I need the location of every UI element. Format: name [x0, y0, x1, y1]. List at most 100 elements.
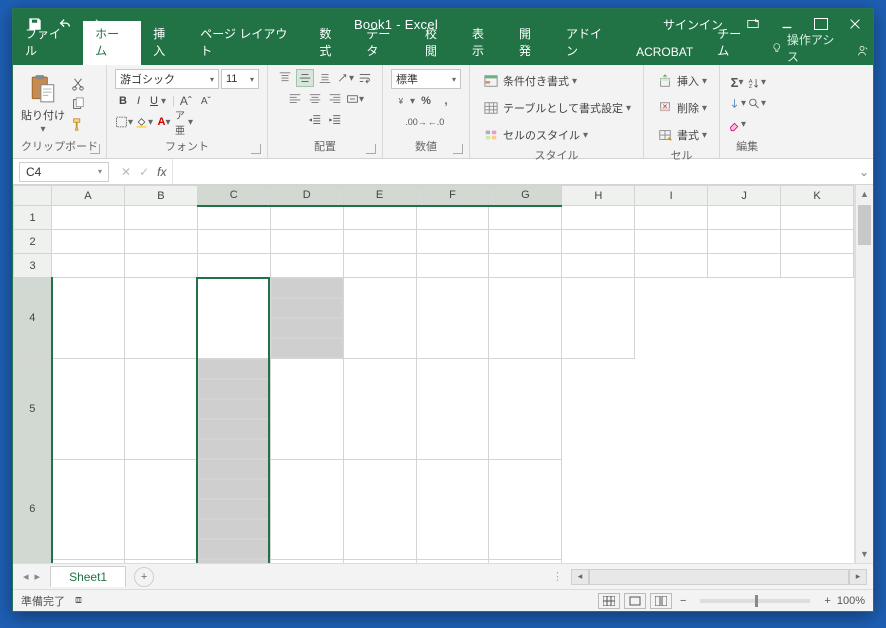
- row-header[interactable]: 2: [14, 230, 52, 254]
- tellme[interactable]: 操作アシス: [763, 31, 851, 65]
- currency-icon[interactable]: ¥▾: [397, 92, 415, 110]
- tab-data[interactable]: データ: [354, 21, 413, 65]
- tab-review[interactable]: 校閲: [413, 21, 460, 65]
- tab-team[interactable]: チーム: [705, 21, 763, 65]
- cell[interactable]: [124, 459, 197, 559]
- cell[interactable]: [562, 278, 635, 359]
- align-bottom-icon[interactable]: [316, 69, 334, 87]
- cell[interactable]: [489, 278, 562, 359]
- col-header[interactable]: I: [635, 186, 708, 206]
- col-header[interactable]: A: [52, 186, 125, 206]
- col-header[interactable]: E: [343, 186, 416, 206]
- hscroll-right-icon[interactable]: ▸: [849, 569, 867, 585]
- conditional-format-button[interactable]: 条件付き書式 ▾: [478, 69, 581, 93]
- cell[interactable]: [124, 278, 197, 359]
- scroll-thumb[interactable]: [858, 205, 871, 245]
- font-name-select[interactable]: 游ゴシック▾: [115, 69, 219, 89]
- cell[interactable]: [197, 230, 270, 254]
- cell[interactable]: [343, 359, 416, 460]
- hscroll-left-icon[interactable]: ◂: [571, 569, 589, 585]
- increase-indent-icon[interactable]: [326, 111, 344, 129]
- tab-developer[interactable]: 開発: [507, 21, 554, 65]
- cell[interactable]: [198, 479, 270, 499]
- view-pagebreak-icon[interactable]: [650, 593, 672, 609]
- shrink-font-icon[interactable]: Aˇ: [197, 92, 215, 110]
- number-format-select[interactable]: 標準▾: [391, 69, 461, 89]
- cell[interactable]: [198, 379, 270, 399]
- tab-addins[interactable]: アドイン: [554, 21, 624, 65]
- row-header[interactable]: 6: [14, 459, 52, 559]
- scroll-down-icon[interactable]: ▼: [856, 545, 873, 563]
- decrease-indent-icon[interactable]: [306, 111, 324, 129]
- view-normal-icon[interactable]: [598, 593, 620, 609]
- cell[interactable]: [198, 539, 270, 559]
- macro-record-icon[interactable]: ⧈: [75, 594, 82, 607]
- col-header[interactable]: G: [489, 186, 562, 206]
- italic-button[interactable]: I: [133, 92, 144, 110]
- cell[interactable]: [416, 230, 489, 254]
- cell[interactable]: [416, 254, 489, 278]
- dialog-launcher-icon[interactable]: [366, 144, 376, 154]
- row-header[interactable]: 7: [14, 559, 52, 563]
- merge-icon[interactable]: ▾: [346, 90, 364, 108]
- tab-insert[interactable]: 挿入: [141, 21, 188, 65]
- cell[interactable]: [270, 254, 343, 278]
- fx-icon[interactable]: fx: [157, 165, 166, 179]
- cell[interactable]: [562, 206, 635, 230]
- cell[interactable]: [52, 359, 125, 460]
- cell[interactable]: [489, 459, 562, 559]
- cell[interactable]: [781, 206, 854, 230]
- cell[interactable]: [198, 519, 270, 539]
- comma-icon[interactable]: ,: [437, 92, 455, 110]
- align-center-icon[interactable]: [306, 90, 324, 108]
- cell[interactable]: [271, 278, 343, 298]
- col-header[interactable]: J: [708, 186, 781, 206]
- cell[interactable]: [270, 359, 343, 460]
- fill-icon[interactable]: ▾: [728, 95, 746, 113]
- cell[interactable]: [343, 559, 416, 563]
- dialog-launcher-icon[interactable]: [90, 144, 100, 154]
- cell[interactable]: [489, 359, 562, 460]
- cell[interactable]: [708, 254, 781, 278]
- zoom-slider[interactable]: [700, 599, 810, 603]
- orientation-icon[interactable]: ▾: [336, 69, 354, 87]
- cell[interactable]: [52, 206, 125, 230]
- col-header[interactable]: H: [562, 186, 635, 206]
- enter-formula-icon[interactable]: ✓: [139, 165, 149, 179]
- cell[interactable]: [635, 230, 708, 254]
- cell[interactable]: [198, 359, 270, 379]
- expand-formula-icon[interactable]: ⌄: [855, 165, 873, 179]
- row-header[interactable]: 5: [14, 359, 52, 460]
- zoom-in-icon[interactable]: +: [824, 595, 830, 607]
- format-painter-icon[interactable]: [69, 115, 87, 133]
- cell[interactable]: [635, 254, 708, 278]
- sheet-tab[interactable]: Sheet1: [50, 566, 126, 587]
- col-header[interactable]: K: [781, 186, 854, 206]
- tab-file[interactable]: ファイル: [13, 21, 83, 65]
- cell[interactable]: [416, 359, 489, 460]
- cancel-formula-icon[interactable]: ✕: [121, 165, 131, 179]
- cell[interactable]: [635, 206, 708, 230]
- cell[interactable]: [489, 206, 562, 230]
- cell[interactable]: [52, 230, 125, 254]
- name-box[interactable]: C4▾: [19, 162, 109, 182]
- zoom-level[interactable]: 100%: [837, 595, 865, 607]
- cell[interactable]: [416, 559, 489, 563]
- cell[interactable]: [270, 559, 343, 563]
- cell[interactable]: [416, 206, 489, 230]
- cell[interactable]: [489, 559, 562, 563]
- cell[interactable]: [198, 399, 270, 419]
- cell[interactable]: [124, 254, 197, 278]
- cell[interactable]: [270, 459, 343, 559]
- cell[interactable]: [416, 278, 489, 359]
- format-cells-button[interactable]: 書式 ▾: [652, 123, 711, 147]
- vertical-scrollbar[interactable]: ▲ ▼: [855, 185, 873, 563]
- select-all-corner[interactable]: [14, 186, 52, 206]
- wrap-text-icon[interactable]: [356, 69, 374, 87]
- cell[interactable]: [343, 254, 416, 278]
- dialog-launcher-icon[interactable]: [453, 144, 463, 154]
- paste-icon[interactable]: [28, 72, 58, 106]
- add-sheet-icon[interactable]: +: [134, 567, 154, 587]
- share-icon[interactable]: [852, 37, 873, 65]
- cell[interactable]: [271, 338, 343, 358]
